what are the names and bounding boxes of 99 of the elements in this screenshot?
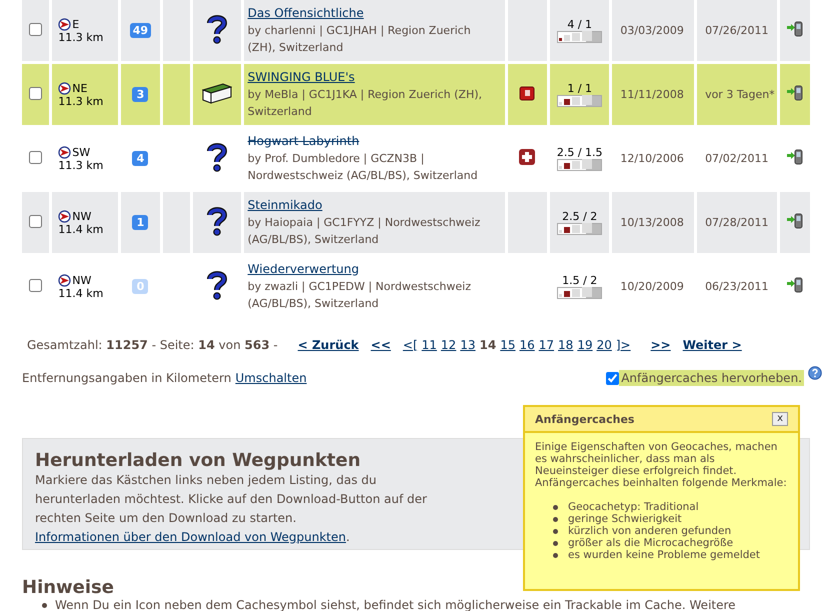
send-to-gps-icon[interactable] xyxy=(786,277,803,293)
favorites-count: 0 xyxy=(132,279,148,294)
send-to-gps-icon[interactable] xyxy=(786,213,803,229)
results-summary: Gesamtzahl: 11257 - Seite: 14 von 563 - xyxy=(27,338,278,352)
page-number[interactable]: 16 xyxy=(519,338,535,352)
difficulty-terrain: 2.5 / 1.5 xyxy=(556,146,604,158)
select-checkbox[interactable] xyxy=(29,22,42,36)
pager-link[interactable]: << xyxy=(370,338,391,352)
tooltip-list-item: es wurden keine Probleme gemeldet xyxy=(568,549,760,561)
close-button[interactable]: x xyxy=(772,412,788,426)
favorites-count: 4 xyxy=(132,151,148,166)
select-checkbox[interactable] xyxy=(29,214,42,228)
cache-details: by charlenni | GC1JHAH | Region Zuerich (ZH), Switzerland xyxy=(248,22,472,56)
cache-title-link[interactable]: Das Offensichtliche xyxy=(248,6,364,20)
tooltip-text: Einige Eigenschaften von Geocaches, machen es wahrscheinlicher, dass man als Neueinsteiger diese erfolgreich findet. Anfängercaches beinhalten folgende Merkmale: xyxy=(534,440,788,489)
direction-text: NW xyxy=(72,210,92,222)
send-to-gps-icon[interactable] xyxy=(786,21,803,37)
distance-note: Entfernungsangaben in Kilometern xyxy=(22,371,232,385)
hidden-date: 10/20/2009 xyxy=(620,280,685,293)
direction-text: NW xyxy=(72,274,92,286)
send-to-gps-icon[interactable] xyxy=(786,85,803,101)
download-info-link[interactable]: Informationen über den Download von Wegpunkten xyxy=(35,530,346,544)
select-checkbox[interactable] xyxy=(29,86,42,100)
pager-link[interactable]: ]> xyxy=(616,338,631,352)
bullet-icon xyxy=(553,516,558,522)
tooltip-list-item: geringe Schwierigkeit xyxy=(568,513,682,525)
page-number[interactable]: 18 xyxy=(558,338,574,352)
bullet-icon xyxy=(553,540,558,546)
page-number[interactable]: 11 xyxy=(422,338,437,352)
cache-title-link[interactable]: SWINGING BLUE's xyxy=(248,70,355,84)
panel-text: Markiere das Kästchen links neben jedem Listing, das du herunterladen möchtest. Klicke auf den Download-Button auf der rechten Seite um den Download zu starten. Informationen über den Download von Wegpunkten. xyxy=(35,472,428,546)
page-number[interactable]: 19 xyxy=(577,338,593,352)
cache-details: by zwazli | GC1PEDW | Nordwestschweiz (AG/BL/BS), Switzerland xyxy=(248,278,472,312)
page-number[interactable]: 20 xyxy=(596,338,612,352)
tooltip-title: Anfängercaches xyxy=(535,412,634,426)
question-mark-icon xyxy=(206,142,228,172)
direction-text: NE xyxy=(72,82,88,94)
cache-details: by Haiopaia | GC1FYYZ | Nordwestschweiz (AG/BL/BS), Switzerland xyxy=(248,214,482,248)
distance-text: 11.3 km xyxy=(58,94,104,108)
difficulty-terrain: 4 / 1 xyxy=(566,18,594,30)
last-found-date: vor 3 Tagen* xyxy=(705,88,776,101)
page-number[interactable]: 15 xyxy=(500,338,516,352)
favorites-count: 1 xyxy=(132,215,148,230)
highlight-beginner-checkbox[interactable] xyxy=(606,372,620,384)
bullet-icon xyxy=(553,528,558,534)
question-mark-icon xyxy=(206,206,228,236)
question-mark-icon xyxy=(206,14,228,44)
last-found-date: 06/23/2011 xyxy=(705,280,770,293)
distance-text: 11.3 km xyxy=(58,158,104,172)
cross-icon xyxy=(519,149,536,165)
question-mark-icon xyxy=(206,270,228,300)
hidden-date: 12/10/2006 xyxy=(620,152,685,165)
last-found-date: 07/02/2011 xyxy=(705,152,770,165)
difficulty-terrain: 1.5 / 2 xyxy=(561,274,598,286)
pager-link[interactable]: <[ xyxy=(402,338,418,352)
favorites-count: 3 xyxy=(132,87,148,102)
tooltip-list-item: kürzlich von anderen gefunden xyxy=(568,525,732,537)
direction-text: SW xyxy=(72,146,90,158)
difficulty-terrain: 1 / 1 xyxy=(566,82,594,94)
compass-arrow-icon xyxy=(58,18,72,30)
cache-title-link[interactable]: Steinmikado xyxy=(248,198,322,212)
direction-text: E xyxy=(72,18,80,30)
compass-arrow-icon xyxy=(58,146,72,158)
tooltip-list-item: größer als die Microcachegröße xyxy=(568,537,734,549)
toggle-units-link[interactable]: Umschalten xyxy=(235,371,307,385)
compass-arrow-icon xyxy=(58,274,72,286)
pager-link[interactable]: < Zurück xyxy=(298,338,359,352)
panel-heading: Herunterladen von Wegpunkten xyxy=(35,451,361,471)
highlight-beginner-label: Anfängercaches hervorheben. xyxy=(619,370,804,386)
hidden-date: 11/11/2008 xyxy=(620,88,685,101)
cache-title-link[interactable]: Wiederverwertung xyxy=(248,262,359,276)
last-found-date: 07/28/2011 xyxy=(705,216,770,229)
bullet-icon xyxy=(553,504,558,510)
page-number[interactable]: 12 xyxy=(440,338,456,352)
distance-text: 11.4 km xyxy=(58,222,104,236)
pager-link[interactable]: >> xyxy=(650,338,671,352)
favorites-count: 49 xyxy=(130,23,152,38)
difficulty-terrain: 2.5 / 2 xyxy=(561,210,598,222)
distance-text: 11.3 km xyxy=(58,30,104,44)
distance-text: 11.4 km xyxy=(58,286,104,300)
bullet-icon xyxy=(553,552,558,558)
hidden-date: 10/13/2008 xyxy=(620,216,685,229)
cache-details: by Prof. Dumbledore | GCZN3B | Nordwestschweiz (AG/BL/BS), Switzerland xyxy=(248,150,479,184)
trackable-icon xyxy=(519,85,536,101)
help-icon[interactable] xyxy=(808,366,822,380)
page-number[interactable]: 13 xyxy=(460,338,476,352)
compass-arrow-icon xyxy=(58,82,72,94)
tooltip-list-item: Geocachetyp: Traditional xyxy=(568,501,699,513)
last-found-date: 07/26/2011 xyxy=(705,24,770,37)
bullet-icon xyxy=(42,602,47,608)
cache-details: by MeBla | GC1J1KA | Region Zuerich (ZH), Switzerland xyxy=(248,86,484,120)
hints-heading: Hinweise xyxy=(22,578,114,598)
pager-link[interactable]: Weiter > xyxy=(682,338,742,352)
ammo-box-icon xyxy=(202,82,232,104)
hidden-date: 03/03/2009 xyxy=(620,24,685,37)
compass-arrow-icon xyxy=(58,210,72,222)
page-number[interactable]: 14 xyxy=(479,338,496,352)
page-number[interactable]: 17 xyxy=(538,338,554,352)
select-checkbox[interactable] xyxy=(29,278,42,292)
